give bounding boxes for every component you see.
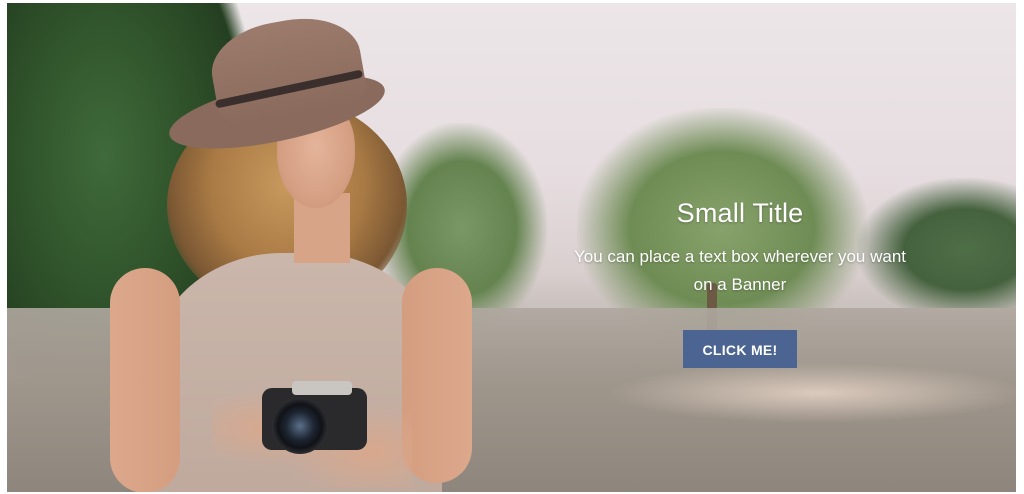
camera-lens — [272, 398, 328, 454]
photo-woman-with-camera — [102, 8, 482, 492]
banner-description: You can place a text box wherever you wa… — [573, 247, 907, 294]
camera-top-plate — [292, 381, 352, 395]
woman-right-arm — [402, 268, 472, 483]
woman-left-arm — [110, 268, 180, 492]
banner-text-box: Small Title You can place a text box whe… — [567, 195, 913, 368]
banner-title: Small Title — [676, 198, 804, 228]
background-sunlight — [607, 363, 1016, 423]
banner: Small Title You can place a text box whe… — [7, 3, 1016, 492]
click-me-button[interactable]: CLICK ME! — [683, 330, 797, 368]
